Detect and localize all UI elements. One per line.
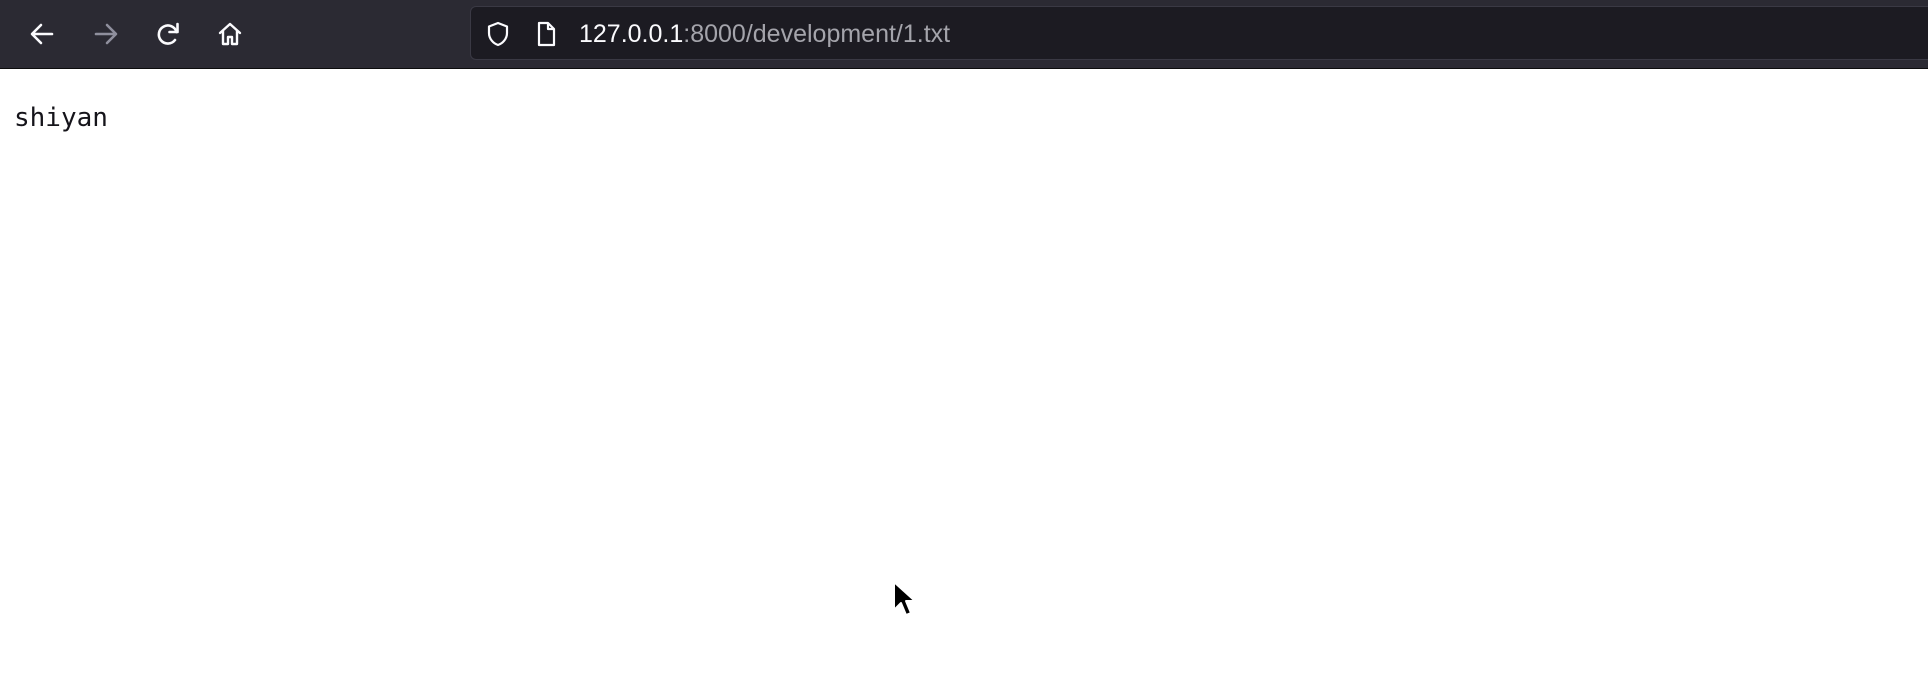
url-path: :8000/development/1.txt	[683, 20, 951, 48]
reload-icon	[154, 20, 182, 48]
url-host: 127.0.0.1	[579, 20, 684, 48]
page-icon[interactable]	[533, 21, 559, 47]
forward-button[interactable]	[86, 14, 126, 54]
url-text[interactable]: 127.0.0.1:8000/development/1.txt	[579, 20, 950, 48]
reload-button[interactable]	[148, 14, 188, 54]
back-button[interactable]	[22, 14, 62, 54]
home-icon	[216, 20, 244, 48]
arrow-left-icon	[28, 20, 56, 48]
shield-icon[interactable]	[485, 21, 511, 47]
home-button[interactable]	[210, 14, 250, 54]
arrow-right-icon	[92, 20, 120, 48]
browser-toolbar: 127.0.0.1:8000/development/1.txt	[0, 0, 1928, 69]
page-text: shiyan	[14, 103, 108, 133]
mouse-cursor-icon	[892, 580, 918, 620]
address-bar[interactable]: 127.0.0.1:8000/development/1.txt	[470, 6, 1928, 60]
